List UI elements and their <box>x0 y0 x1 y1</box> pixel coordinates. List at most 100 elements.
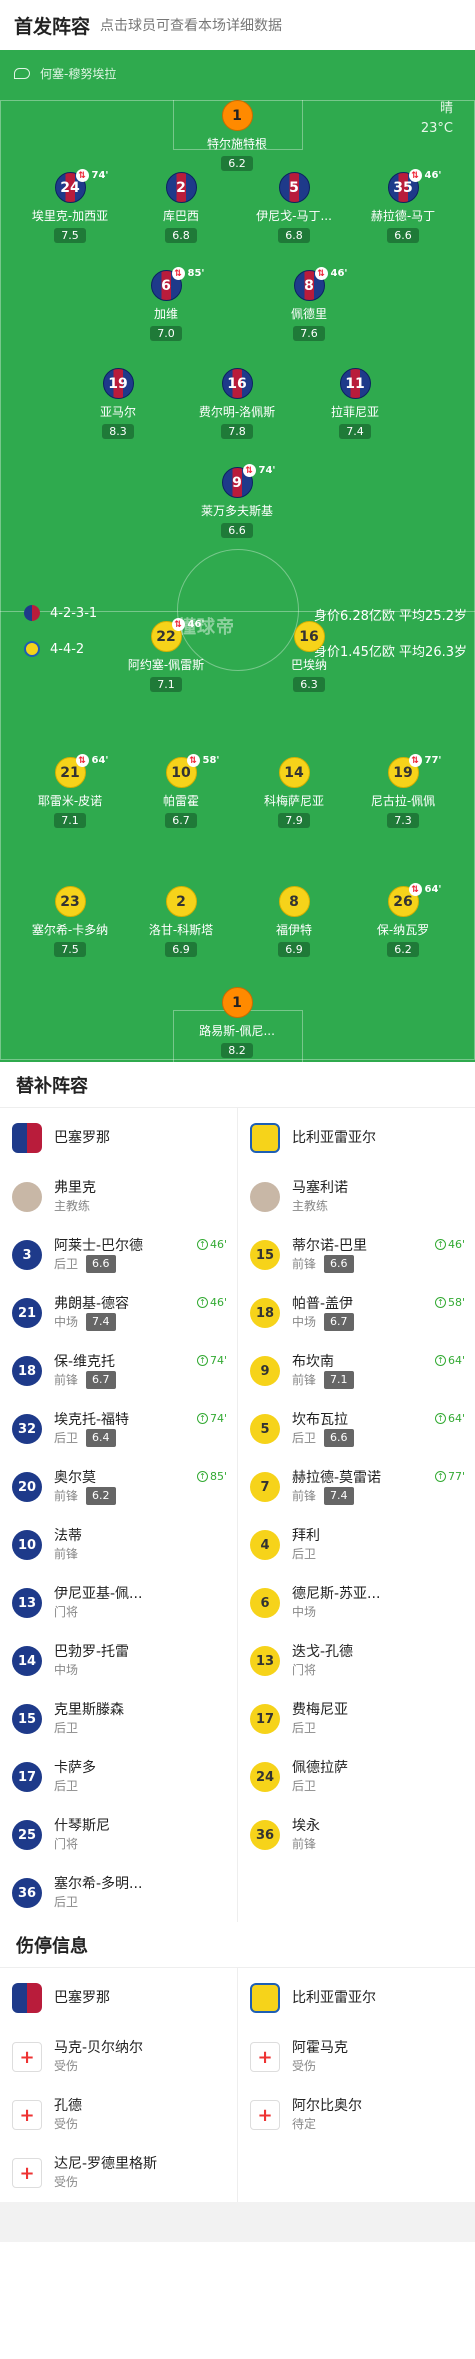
sub-player-row[interactable]: 13 迭戈-孔德 门将 <box>238 1632 475 1690</box>
player-name: 阿莱士-巴尔德 <box>54 1238 144 1254</box>
sub-player-row[interactable]: 20 奥尔莫 前锋 6.2 ↑ 85' <box>0 1458 237 1516</box>
away-coach[interactable]: 马塞利诺 主教练 <box>238 1168 475 1226</box>
home-team-row[interactable]: 巴塞罗那 <box>0 1108 237 1168</box>
away-player[interactable]: 8 福伊特 6.9 <box>239 886 349 957</box>
home-player[interactable]: 1 特尔施特根 6.2 <box>182 100 292 171</box>
sub-player-row[interactable]: 5 坎布瓦拉 后卫 6.6 ↑ 64' <box>238 1400 475 1458</box>
player-position: 中场 <box>54 1663 79 1677</box>
jersey-number: 11 <box>339 368 371 399</box>
sub-player-row[interactable]: 15 蒂尔诺-巴里 前锋 6.6 ↑ 46' <box>238 1226 475 1284</box>
sub-player-row[interactable]: 17 费梅尼亚 后卫 <box>238 1690 475 1748</box>
sub-player-row[interactable]: 17 卡萨多 后卫 <box>0 1748 237 1806</box>
lineup-header: 首发阵容 点击球员可查看本场详细数据 <box>0 0 475 50</box>
injury-icon: + <box>12 2100 42 2130</box>
jersey-number: 14 <box>278 757 310 788</box>
player-name: 克里斯滕森 <box>54 1702 124 1718</box>
jersey-number: 22 ⇅ 46' <box>150 618 204 652</box>
injury-row[interactable]: + 达尼-罗德里格斯 受伤 <box>0 2144 237 2202</box>
away-player[interactable]: 26 ⇅ 64' 保-纳瓦罗 6.2 <box>348 883 458 957</box>
away-player[interactable]: 1 路易斯-佩尼... 8.2 <box>182 987 292 1058</box>
sub-player-row[interactable]: 7 赫拉德-莫雷诺 前锋 7.4 ↑ 77' <box>238 1458 475 1516</box>
home-player[interactable]: 2 库巴西 6.8 <box>126 172 236 243</box>
sub-player-row[interactable]: 13 伊尼亚基-佩... 门将 <box>0 1574 237 1632</box>
home-player[interactable]: 9 ⇅ 74' 莱万多夫斯基 6.6 <box>182 464 292 538</box>
jersey-number: 17 <box>250 1704 280 1734</box>
away-player[interactable]: 23 塞尔希-卡多纳 7.5 <box>15 886 125 957</box>
player-name: 阿尔比奥尔 <box>292 2098 362 2114</box>
away-player[interactable]: 21 ⇅ 64' 耶雷米-皮诺 7.1 <box>15 754 125 828</box>
player-rating: 8.2 <box>221 1043 253 1058</box>
injury-row[interactable]: + 阿霍马克 受伤 <box>238 2028 475 2086</box>
player-name: 尼古拉-佩佩 <box>370 794 436 808</box>
sub-player-row[interactable]: 36 塞尔希-多明... 后卫 <box>0 1864 237 1922</box>
sub-player-row[interactable]: 32 埃克托-福特 后卫 6.4 ↑ 74' <box>0 1400 237 1458</box>
jersey-number: 3 <box>12 1240 42 1270</box>
sub-player-row[interactable]: 9 布坎南 前锋 7.1 ↑ 64' <box>238 1342 475 1400</box>
sub-out-icon: ⇅ <box>408 754 422 767</box>
home-player[interactable]: 11 拉菲尼亚 7.4 <box>300 368 410 439</box>
sub-player-row[interactable]: 3 阿莱士-巴尔德 后卫 6.6 ↑ 46' <box>0 1226 237 1284</box>
player-rating: 6.8 <box>165 228 197 243</box>
jersey-number: 10 <box>12 1530 42 1560</box>
sub-in-event: ↑ 74' <box>196 1354 227 1367</box>
player-name: 迭戈-孔德 <box>292 1644 354 1660</box>
away-team-row[interactable]: 比利亚雷亚尔 <box>238 1108 475 1168</box>
home-player[interactable]: 35 ⇅ 46' 赫拉德-马丁 6.6 <box>348 169 458 243</box>
home-team-row[interactable]: 巴塞罗那 <box>0 1968 237 2028</box>
villarreal-crest-icon <box>250 1123 280 1153</box>
sub-player-row[interactable]: 36 埃永 前锋 <box>238 1806 475 1864</box>
home-player[interactable]: 16 费尔明-洛佩斯 7.8 <box>182 368 292 439</box>
substitution-event: ⇅ 85' <box>171 267 204 280</box>
home-player[interactable]: 19 亚马尔 8.3 <box>63 368 173 439</box>
sub-player-row[interactable]: 24 佩德拉萨 后卫 <box>238 1748 475 1806</box>
sub-player-row[interactable]: 21 弗朗基-德容 中场 7.4 ↑ 46' <box>0 1284 237 1342</box>
jersey-number: 36 <box>12 1878 42 1908</box>
away-player[interactable]: 16 巴埃纳 6.3 <box>254 621 364 692</box>
sub-player-row[interactable]: 14 巴勃罗-托雷 中场 <box>0 1632 237 1690</box>
player-position: 前锋 <box>54 1489 79 1503</box>
injury-icon: + <box>12 2042 42 2072</box>
jersey-number: 4 <box>250 1530 280 1560</box>
jersey-number: 32 <box>12 1414 42 1444</box>
away-player[interactable]: 19 ⇅ 77' 尼古拉-佩佩 7.3 <box>348 754 458 828</box>
player-rating: 6.6 <box>324 1255 354 1273</box>
player-rating: 6.8 <box>278 228 310 243</box>
away-player[interactable]: 22 ⇅ 46' 阿约塞-佩雷斯 7.1 <box>111 618 221 692</box>
sub-player-row[interactable]: 10 法蒂 前锋 <box>0 1516 237 1574</box>
sub-in-icon: ↑ <box>434 1413 446 1424</box>
home-player[interactable]: 6 ⇅ 85' 加维 7.0 <box>111 267 221 341</box>
player-name: 路易斯-佩尼... <box>199 1024 275 1038</box>
sub-player-row[interactable]: 4 拜利 后卫 <box>238 1516 475 1574</box>
sub-player-row[interactable]: 18 保-维克托 前锋 6.7 ↑ 74' <box>0 1342 237 1400</box>
home-player[interactable]: 5 伊尼戈-马丁... 6.8 <box>239 172 349 243</box>
sub-player-row[interactable]: 15 克里斯滕森 后卫 <box>0 1690 237 1748</box>
sub-out-icon: ⇅ <box>408 883 422 896</box>
injury-row[interactable]: + 孔德 受伤 <box>0 2086 237 2144</box>
player-rating: 6.7 <box>165 813 197 828</box>
away-player[interactable]: 2 洛甘-科斯塔 6.9 <box>126 886 236 957</box>
player-position: 前锋 <box>292 1837 317 1851</box>
injury-row[interactable]: + 阿尔比奥尔 待定 <box>238 2086 475 2144</box>
away-player[interactable]: 14 科梅萨尼亚 7.9 <box>239 757 349 828</box>
home-subs: 巴塞罗那 弗里克 主教练 3 阿莱士-巴尔德 后卫 6.6 ↑ 46' 21 弗朗基-德容 中场 7… <box>0 1108 238 1922</box>
sub-out-icon: ⇅ <box>314 267 328 280</box>
sub-in-icon: ↑ <box>196 1297 208 1308</box>
away-team-row[interactable]: 比利亚雷亚尔 <box>238 1968 475 2028</box>
home-player[interactable]: 8 ⇅ 46' 佩德里 7.6 <box>254 267 364 341</box>
away-player[interactable]: 10 ⇅ 58' 帕雷霍 6.7 <box>126 754 236 828</box>
jersey-number: 5 <box>278 172 310 203</box>
sub-in-icon: ↑ <box>434 1239 446 1250</box>
sub-player-row[interactable]: 6 德尼斯-苏亚... 中场 <box>238 1574 475 1632</box>
player-rating: 7.1 <box>54 813 86 828</box>
jersey-number: 26 ⇅ 64' <box>387 883 441 917</box>
substitution-event: ⇅ 58' <box>186 754 219 767</box>
sub-player-row[interactable]: 18 帕普-盖伊 中场 6.7 ↑ 58' <box>238 1284 475 1342</box>
jersey-number: 6 ⇅ 85' <box>150 267 204 301</box>
jersey-number: 6 <box>250 1588 280 1618</box>
home-player[interactable]: 24 ⇅ 74' 埃里克-加西亚 7.5 <box>15 169 125 243</box>
player-name: 佩德里 <box>290 307 327 321</box>
sub-player-row[interactable]: 25 什琴斯尼 门将 <box>0 1806 237 1864</box>
home-coach[interactable]: 弗里克 主教练 <box>0 1168 237 1226</box>
injury-row[interactable]: + 马克-贝尔纳尔 受伤 <box>0 2028 237 2086</box>
section-subtitle: 点击球员可查看本场详细数据 <box>100 18 283 34</box>
